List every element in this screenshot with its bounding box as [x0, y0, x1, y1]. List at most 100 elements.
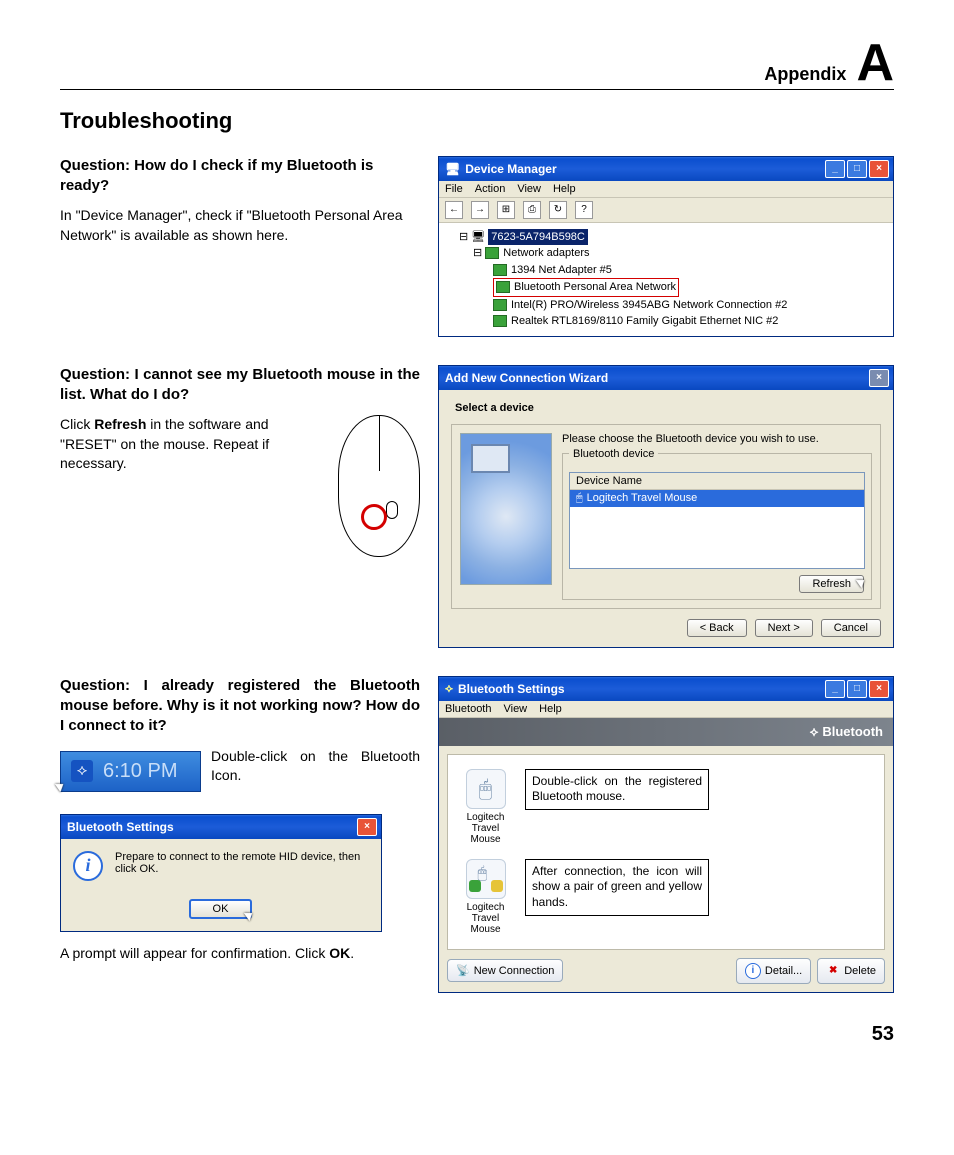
q3-row: Question: I already registered the Bluet…: [60, 676, 894, 993]
back-icon[interactable]: ←: [445, 201, 463, 219]
mouse-device-icon: 🖱: [466, 769, 506, 809]
appendix-letter: A: [856, 40, 894, 87]
maximize-button[interactable]: □: [847, 160, 867, 178]
properties-icon[interactable]: ?: [575, 201, 593, 219]
wizard-titlebar[interactable]: Add New Connection Wizard ×: [439, 366, 893, 390]
menu-view[interactable]: View: [503, 703, 527, 715]
tree-item[interactable]: 1394 Net Adapter #5: [511, 264, 612, 276]
mouse-diagram: [338, 415, 420, 557]
bt-devices-panel: 🖱 Logitech Travel Mouse Double-click on …: [447, 754, 885, 950]
bluetooth-device-fieldset: Bluetooth device Device Name 🖱 Logitech …: [562, 453, 872, 600]
tree-category[interactable]: Network adapters: [503, 247, 589, 259]
minimize-button[interactable]: _: [825, 680, 845, 698]
q1-question: Question: How do I check if my Bluetooth…: [60, 156, 420, 197]
q1-answer: In "Device Manager", check if "Bluetooth…: [60, 206, 420, 245]
bluetooth-brand-bar: ⟡ Bluetooth: [439, 718, 893, 746]
device-row[interactable]: 🖱 Logitech Travel Mouse: [570, 490, 864, 507]
delete-button[interactable]: ✖ Delete: [817, 958, 885, 984]
device-manager-title: Device Manager: [465, 162, 556, 176]
q2-answer: Click Refresh in the software and "RESET…: [60, 415, 318, 474]
detail-button[interactable]: i Detail...: [736, 958, 811, 984]
fieldset-legend: Bluetooth device: [569, 448, 658, 460]
text: Click: [60, 416, 94, 432]
page-number: 53: [60, 1023, 894, 1046]
ok-button[interactable]: OK: [189, 899, 253, 919]
bluetooth-settings-dialog: Bluetooth Settings × i Prepare to connec…: [60, 814, 382, 932]
refresh-bold: Refresh: [94, 416, 146, 432]
tray-time: 6:10 PM: [103, 760, 177, 782]
dialog-message: Prepare to connect to the remote HID dev…: [115, 851, 369, 875]
text: A prompt will appear for confirmation. C…: [60, 945, 329, 961]
dialog-title: Bluetooth Settings: [67, 820, 174, 834]
minimize-button[interactable]: _: [825, 160, 845, 178]
forward-icon[interactable]: →: [471, 201, 489, 219]
device-label: Logitech Travel Mouse: [458, 812, 513, 845]
close-button[interactable]: ×: [869, 680, 889, 698]
new-connection-button[interactable]: 📡 New Connection: [447, 959, 563, 982]
menu-view[interactable]: View: [517, 183, 541, 195]
bluetooth-brand: Bluetooth: [822, 724, 883, 739]
section-title: Troubleshooting: [60, 108, 894, 134]
reset-button-highlight: [361, 504, 387, 530]
callout-doubleclick: Double-click on the registered Bluetooth…: [525, 769, 709, 810]
wizard-graphic: [460, 433, 552, 585]
q2-row: Question: I cannot see my Bluetooth mous…: [60, 365, 894, 648]
antenna-icon: 📡: [456, 964, 470, 977]
menu-file[interactable]: File: [445, 183, 463, 195]
tree-item[interactable]: Intel(R) PRO/Wireless 3945ABG Network Co…: [511, 299, 787, 311]
appendix-label: Appendix: [764, 64, 846, 85]
nic-icon: [493, 315, 507, 327]
info-icon: i: [73, 851, 103, 881]
refresh-button[interactable]: Refresh: [799, 575, 864, 593]
bt-settings-actions: 📡 New Connection i Detail... ✖ Delete: [447, 958, 885, 984]
menu-bluetooth[interactable]: Bluetooth: [445, 703, 491, 715]
device-list[interactable]: Device Name 🖱 Logitech Travel Mouse: [569, 472, 865, 569]
maximize-button[interactable]: □: [847, 680, 867, 698]
dialog-titlebar[interactable]: Bluetooth Settings ×: [61, 815, 381, 839]
bluetooth-icon: ⟡: [445, 681, 453, 696]
q1-row: Question: How do I check if my Bluetooth…: [60, 156, 894, 337]
tree-item-bluetooth[interactable]: Bluetooth Personal Area Network: [514, 281, 676, 293]
mouse-icon: 🖱: [576, 492, 583, 505]
cancel-button[interactable]: Cancel: [821, 619, 881, 637]
wizard-title: Add New Connection Wizard: [445, 371, 608, 385]
delete-icon: ✖: [826, 964, 840, 978]
computer-icon: 🖥: [445, 162, 460, 176]
bt-settings-menubar: Bluetooth View Help: [439, 701, 893, 718]
nic-icon: [496, 281, 510, 293]
device-column-header[interactable]: Device Name: [570, 473, 864, 490]
device-tree: ⊟ 🖥 7623-5A794B598C ⊟ Network adapters 1…: [445, 229, 887, 330]
device-manager-titlebar[interactable]: 🖥 Device Manager _ □ ×: [439, 157, 893, 181]
tree-root[interactable]: 7623-5A794B598C: [488, 229, 588, 246]
cursor-icon: [244, 909, 255, 921]
close-button[interactable]: ×: [357, 818, 377, 836]
nic-icon: [493, 299, 507, 311]
info-icon: i: [745, 963, 761, 979]
back-button[interactable]: < Back: [687, 619, 747, 637]
highlighted-item: Bluetooth Personal Area Network: [493, 278, 679, 297]
menu-action[interactable]: Action: [475, 183, 506, 195]
close-button[interactable]: ×: [869, 369, 889, 387]
close-button[interactable]: ×: [869, 160, 889, 178]
tree-icon[interactable]: ⊞: [497, 201, 515, 219]
connection-wizard-window: Add New Connection Wizard × Select a dev…: [438, 365, 894, 648]
tree-item[interactable]: Realtek RTL8169/8110 Family Gigabit Ethe…: [511, 315, 778, 327]
cursor-icon: [55, 780, 66, 792]
bt-settings-titlebar[interactable]: ⟡ Bluetooth Settings _ □ ×: [439, 677, 893, 701]
print-icon[interactable]: ⎙: [523, 201, 541, 219]
bluetooth-tray-icon[interactable]: ⟡6:10 PM: [60, 751, 201, 792]
page-header: Appendix A: [60, 40, 894, 90]
device-item-mouse[interactable]: 🖱 Logitech Travel Mouse: [458, 769, 513, 845]
text: .: [350, 945, 354, 961]
bt-settings-title: Bluetooth Settings: [458, 682, 565, 696]
device-manager-menubar: File Action View Help: [439, 181, 893, 198]
connected-hands-icon: 🖱: [466, 859, 506, 899]
wizard-nav: < Back Next > Cancel: [451, 619, 881, 637]
callout-connected: After connection, the icon will show a p…: [525, 859, 709, 916]
menu-help[interactable]: Help: [539, 703, 562, 715]
refresh-icon[interactable]: ↻: [549, 201, 567, 219]
menu-help[interactable]: Help: [553, 183, 576, 195]
device-item-connected[interactable]: 🖱 Logitech Travel Mouse: [458, 859, 513, 935]
next-button[interactable]: Next >: [755, 619, 813, 637]
new-connection-label: New Connection: [474, 965, 555, 977]
